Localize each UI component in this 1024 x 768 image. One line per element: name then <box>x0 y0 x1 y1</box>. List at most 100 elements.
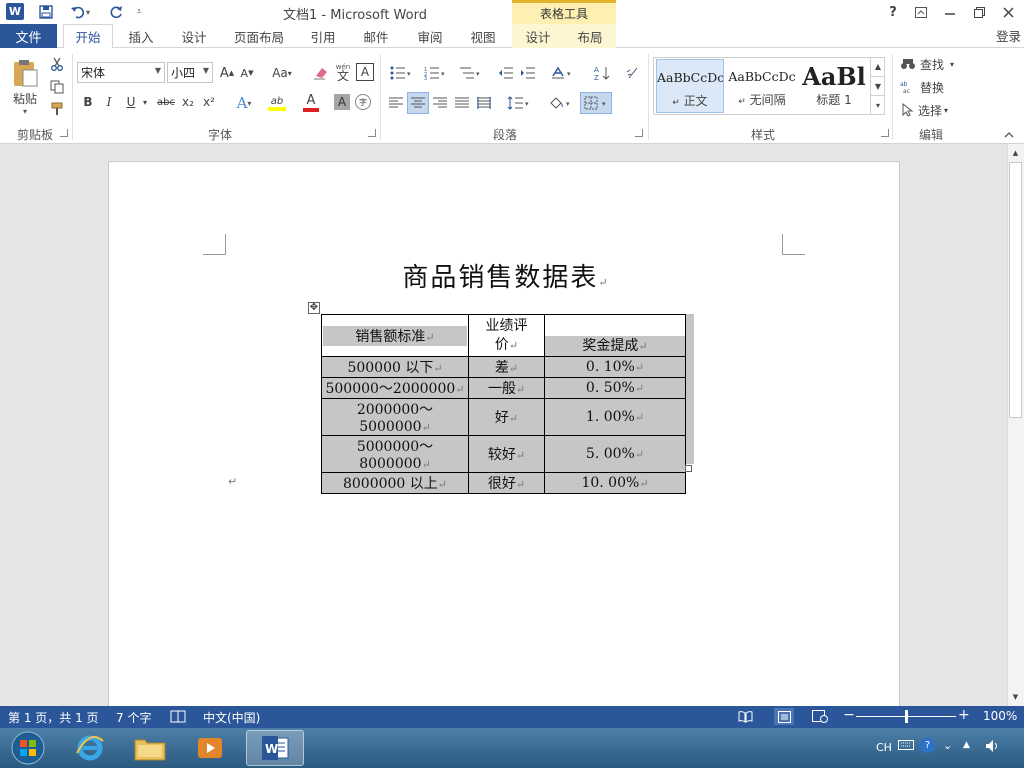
align-center-icon[interactable] <box>407 92 429 114</box>
numbering-button[interactable]: 1 2 3 ▾ <box>420 63 450 83</box>
sort-icon[interactable]: AZ <box>592 63 612 83</box>
table-header-cell[interactable]: 业绩评价↵ <box>468 314 545 357</box>
replace-button[interactable]: ab ac 替换 <box>900 78 964 96</box>
word-app-icon[interactable]: W <box>6 3 24 20</box>
change-case-button[interactable]: Aa ▾ <box>266 63 298 83</box>
table-resize-handle-icon[interactable] <box>685 465 692 472</box>
font-color-button[interactable]: A <box>296 92 326 114</box>
tab-mailings[interactable]: 邮件 <box>354 24 398 48</box>
table-cell[interactable]: 5. 00%↵ <box>544 435 686 473</box>
paragraph-launcher-icon[interactable] <box>635 129 643 137</box>
sign-in-link[interactable]: 登录 <box>996 26 1021 45</box>
tab-page-layout[interactable]: 页面布局 <box>226 24 292 48</box>
scroll-up-icon[interactable]: ▲ <box>1009 146 1022 159</box>
word-taskbar-icon[interactable]: W <box>246 730 304 766</box>
select-button[interactable]: 选择 ▾ <box>900 101 964 119</box>
underline-button[interactable]: U <box>122 93 140 111</box>
font-launcher-icon[interactable] <box>368 129 376 137</box>
phonetic-guide-button[interactable]: wén 文 <box>333 60 353 84</box>
table-cell[interactable]: 差↵ <box>468 356 545 378</box>
distributed-icon[interactable] <box>474 93 494 113</box>
page-count[interactable]: 第 1 页，共 1 页 <box>8 709 99 726</box>
tab-design[interactable]: 设计 <box>172 24 216 48</box>
table-header-cell[interactable]: 奖金提成↵ <box>544 314 686 357</box>
scroll-down-icon[interactable]: ▼ <box>1009 690 1022 703</box>
strikethrough-button[interactable]: abc <box>155 93 177 111</box>
clear-formatting-icon[interactable] <box>312 63 330 83</box>
word-count[interactable]: 7 个字 <box>116 709 151 726</box>
copy-icon[interactable] <box>48 79 66 95</box>
start-button-icon[interactable] <box>0 730 56 766</box>
repeat-icon[interactable] <box>106 2 126 22</box>
font-name-combobox[interactable]: 宋体 ▼ <box>77 62 165 83</box>
help-icon[interactable]: ? <box>880 2 906 22</box>
italic-button[interactable]: I <box>101 93 117 111</box>
shrink-font-button[interactable]: A ▼ <box>238 63 256 83</box>
restore-icon[interactable] <box>966 2 992 22</box>
character-shading-button[interactable]: A <box>334 94 350 110</box>
table-cell[interactable]: 2000000～5000000↵ <box>321 398 469 436</box>
table-cell[interactable]: 1. 00%↵ <box>544 398 686 436</box>
cut-icon[interactable] <box>48 56 66 72</box>
align-right-icon[interactable] <box>430 93 450 113</box>
collapse-ribbon-icon[interactable] <box>1002 128 1016 140</box>
table-cell[interactable]: 好↵ <box>468 398 545 436</box>
close-icon[interactable] <box>995 2 1021 22</box>
tab-home[interactable]: 开始 <box>63 24 113 49</box>
highlight-button[interactable]: ab <box>262 92 292 114</box>
paste-button[interactable]: 粘贴 ▾ <box>8 54 42 120</box>
zoom-in-icon[interactable]: + <box>958 707 970 723</box>
table-move-handle-icon[interactable]: ✥ <box>308 302 320 314</box>
language-indicator[interactable]: 中文(中国) <box>203 709 260 726</box>
text-effects-button[interactable]: A ▾ <box>230 93 258 113</box>
table-cell[interactable]: 0. 10%↵ <box>544 356 686 378</box>
zoom-level[interactable]: 100% <box>983 709 1017 723</box>
font-size-combobox[interactable]: 小四 ▼ <box>167 62 213 83</box>
subscript-button[interactable]: x₂ <box>179 93 197 111</box>
keyboard-icon[interactable] <box>898 739 914 754</box>
enclose-characters-button[interactable]: 字 <box>355 94 371 110</box>
table-cell[interactable]: 10. 00%↵ <box>544 472 686 494</box>
table-cell[interactable]: 较好↵ <box>468 435 545 473</box>
ime-settings-icon[interactable]: ⌄ <box>943 739 952 752</box>
table-cell[interactable]: 500000～2000000↵ <box>321 377 469 399</box>
web-layout-icon[interactable] <box>812 710 828 726</box>
file-explorer-icon[interactable] <box>122 730 178 766</box>
table-header-cell[interactable]: 销售额标准↵ <box>321 314 469 357</box>
tab-table-design[interactable]: 设计 <box>512 24 564 48</box>
character-border-button[interactable]: A <box>356 63 374 81</box>
show-hidden-icons-icon[interactable]: ▲ <box>963 740 970 750</box>
table-cell[interactable]: 很好↵ <box>468 472 545 494</box>
save-icon[interactable] <box>36 2 56 22</box>
styles-launcher-icon[interactable] <box>881 129 889 137</box>
undo-icon[interactable]: ▾ <box>64 2 96 22</box>
superscript-button[interactable]: x² <box>200 93 218 111</box>
line-spacing-button[interactable]: ▾ <box>504 93 534 113</box>
underline-dropdown-icon[interactable]: ▾ <box>140 93 150 111</box>
bullets-button[interactable]: ▾ <box>386 63 416 83</box>
scrollbar-thumb[interactable] <box>1009 162 1022 418</box>
input-method-indicator[interactable]: CH <box>876 741 892 754</box>
tab-review[interactable]: 审阅 <box>408 24 452 48</box>
tab-insert[interactable]: 插入 <box>120 24 162 48</box>
show-hide-marks-icon[interactable] <box>622 63 642 83</box>
table-cell[interactable]: 一般↵ <box>468 377 545 399</box>
customize-icon[interactable]: ⩡ <box>132 2 146 22</box>
media-player-icon[interactable] <box>182 730 238 766</box>
volume-icon[interactable] <box>985 739 1001 756</box>
print-layout-icon[interactable] <box>774 708 794 725</box>
format-painter-icon[interactable] <box>48 101 66 117</box>
tab-references[interactable]: 引用 <box>302 24 344 48</box>
tab-view[interactable]: 视图 <box>460 24 506 48</box>
internet-explorer-icon[interactable] <box>62 730 118 766</box>
style-heading-1[interactable]: AaBl 标题 1 <box>800 59 868 113</box>
ribbon-display-options-icon[interactable] <box>908 2 934 22</box>
grow-font-button[interactable]: A ▲ <box>218 63 236 83</box>
table-cell[interactable]: 5000000～8000000↵ <box>321 435 469 473</box>
shading-button[interactable]: ▾ <box>546 92 574 114</box>
align-left-icon[interactable] <box>386 93 406 113</box>
chinese-layout-button[interactable]: ▾ <box>548 63 576 83</box>
document-heading[interactable]: 商品销售数据表↵ <box>330 257 682 294</box>
styles-scroll-down-icon[interactable]: ▼ <box>870 76 885 95</box>
zoom-slider-thumb[interactable] <box>905 710 908 723</box>
